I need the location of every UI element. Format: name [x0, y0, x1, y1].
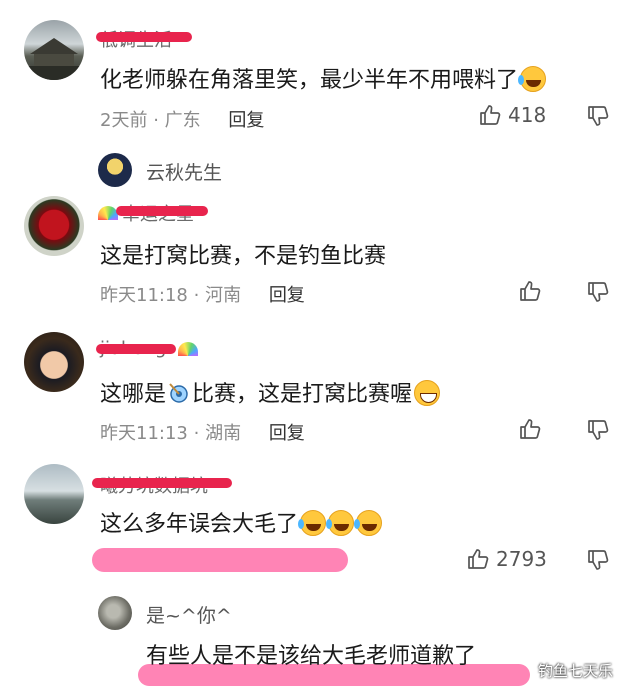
comment-time: 昨天11:13 [100, 423, 188, 444]
comment-content: 这是打窝比赛，不是钓鱼比赛 [100, 244, 387, 269]
thumbs-down-icon[interactable] [586, 104, 610, 128]
thumbs-up-icon[interactable] [518, 417, 542, 441]
highlight-stroke [92, 548, 348, 572]
laugh-cry-emoji [326, 510, 355, 536]
thumbs-up-icon[interactable] [518, 279, 542, 303]
comment-content-post: 比赛，这是打窝比赛喔 [192, 382, 413, 407]
sub-reply-content: 有些人是不是该给大毛老师道歉了 [146, 644, 477, 669]
meta-separator: · [153, 110, 159, 131]
comment-text: 这么多年误会大毛了 [100, 506, 383, 538]
avatar[interactable] [24, 20, 84, 80]
comment-content: 这么多年误会大毛了 [100, 512, 299, 537]
comment-1: 低调生活 化老师躲在角落里笑，最少半年不用喂料了 2天前 · 广东 回复 418… [0, 0, 640, 187]
comment-time: 昨天11:18 [100, 285, 188, 306]
avatar[interactable] [24, 464, 84, 524]
like-button[interactable]: 418 [478, 103, 546, 127]
comment-4: 曦芳坑数据坑 这么多年误会大毛了 2793 是~^你^ 有些人是不是该给大毛老师… [0, 460, 640, 690]
comment-text: 这哪是 比赛，这是打窝比赛喔 [100, 376, 441, 408]
like-count: 2793 [496, 547, 547, 571]
meta-separator: · [193, 423, 200, 444]
rainbow-badge-icon [178, 342, 198, 356]
thumbs-up-icon [466, 547, 490, 571]
comment-location: 湖南 [205, 423, 242, 444]
like-count: 418 [508, 103, 547, 127]
thumbs-down-icon[interactable] [586, 548, 610, 572]
comment-content-pre: 这哪是 [100, 382, 167, 407]
watermark: 钓鱼七天乐 [538, 662, 614, 680]
name-redaction [96, 32, 192, 42]
sub-reply-avatar[interactable] [98, 596, 132, 630]
avatar[interactable] [24, 196, 84, 256]
comment-meta: 昨天11:18 · 河南 回复 [100, 281, 305, 307]
comment-2: 幸运之星 这是打窝比赛，不是钓鱼比赛 昨天11:18 · 河南 回复 [0, 180, 640, 320]
comment-content: 化老师躲在角落里笑，最少半年不用喂料了 [100, 68, 519, 93]
comment-location: 河南 [205, 285, 242, 306]
rainbow-badge-icon [98, 206, 118, 220]
grin-emoji [414, 380, 441, 406]
fishing-reel-icon [166, 380, 192, 406]
reply-button[interactable]: 回复 [269, 285, 305, 306]
laugh-cry-emoji [518, 66, 547, 92]
laugh-cry-emoji [298, 510, 327, 536]
comment-3: jiahong 这哪是比赛，这是打窝比赛喔 昨天11:13 · 湖南 回复 [0, 320, 640, 460]
name-redaction [96, 344, 176, 354]
avatar[interactable] [24, 332, 84, 392]
like-button[interactable]: 2793 [466, 547, 547, 571]
name-redaction [116, 206, 208, 216]
comment-time: 2天前 [100, 110, 148, 131]
comment-meta: 2天前 · 广东 回复 [100, 106, 264, 132]
name-redaction [92, 478, 232, 488]
meta-separator: · [193, 285, 200, 306]
comment-meta: 昨天11:13 · 湖南 回复 [100, 419, 305, 445]
thumbs-up-icon [478, 103, 502, 127]
comment-text: 化老师躲在角落里笑，最少半年不用喂料了 [100, 62, 547, 94]
laugh-cry-emoji [354, 510, 383, 536]
comment-location: 广东 [164, 110, 201, 131]
reply-button[interactable]: 回复 [228, 110, 264, 131]
thumbs-down-icon[interactable] [586, 280, 610, 304]
sub-reply-username[interactable]: 是~^你^ [146, 601, 232, 628]
thumbs-down-icon[interactable] [586, 418, 610, 442]
reply-button[interactable]: 回复 [269, 423, 305, 444]
pavilion-image [24, 38, 84, 80]
